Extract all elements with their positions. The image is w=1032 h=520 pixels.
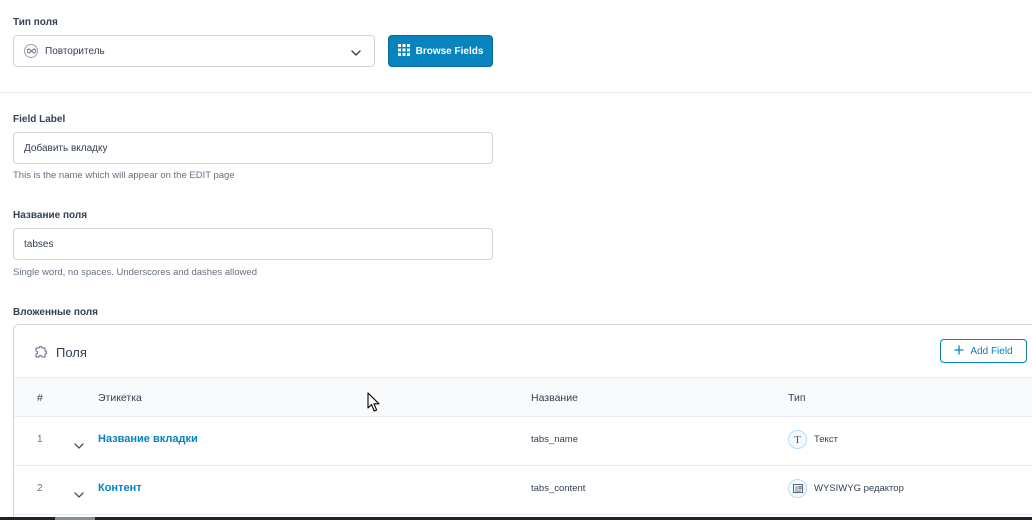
row-field-label-link[interactable]: Название вкладки (98, 433, 198, 445)
table-row[interactable]: 2 Контент tabs_content WYSIWYG редактор (14, 466, 1032, 515)
repeater-icon (24, 44, 38, 58)
row-order: 2 (37, 483, 43, 494)
browse-fields-button[interactable]: Browse Fields (388, 35, 493, 67)
mouse-cursor-icon (367, 392, 381, 418)
field-name-label: Название поля (13, 210, 88, 221)
add-field-label: Add Field (970, 345, 1013, 357)
row-field-label-link[interactable]: Контент (98, 482, 142, 494)
wysiwyg-type-icon (788, 479, 807, 498)
sub-fields-header: Поля Add Field (14, 325, 1032, 377)
table-header: # Этикетка Название Тип (14, 377, 1032, 417)
row-field-type: Текст (814, 434, 838, 445)
column-header-order: # (37, 392, 43, 404)
browse-fields-label: Browse Fields (415, 45, 484, 57)
field-name-hint: Single word, no spaces. Underscores and … (13, 267, 257, 278)
field-label-label: Field Label (13, 114, 66, 125)
field-name-input[interactable]: tabses (13, 228, 493, 260)
field-type-value: Повторитель (45, 45, 105, 57)
row-order: 1 (37, 434, 43, 445)
field-type-label: Тип поля (13, 17, 58, 28)
chevron-down-icon[interactable] (74, 486, 84, 504)
field-label-input[interactable]: Добавить вкладку (13, 132, 493, 164)
table-row[interactable]: 1 Название вкладки tabs_name T Текст (14, 417, 1032, 466)
sub-fields-label: Вложенные поля (13, 307, 98, 318)
sub-fields-panel: Поля Add Field # Этикетка Название Тип 1… (13, 324, 1032, 520)
field-type-select[interactable]: Повторитель (13, 35, 375, 67)
row-field-name: tabs_name (531, 434, 579, 445)
row-field-name: tabs_content (531, 483, 586, 494)
row-field-type: WYSIWYG редактор (814, 483, 904, 494)
sub-fields-title: Поля (56, 345, 87, 360)
add-field-button[interactable]: Add Field (940, 339, 1027, 363)
column-header-label: Этикетка (98, 392, 142, 404)
chevron-down-icon[interactable] (74, 437, 84, 455)
chevron-down-icon (350, 46, 362, 64)
plus-icon (954, 345, 964, 358)
column-header-type: Тип (788, 392, 806, 404)
column-header-name: Название (531, 392, 578, 404)
section-divider (0, 92, 1032, 93)
grid-icon (397, 43, 410, 59)
field-label-hint: This is the name which will appear on th… (13, 170, 235, 181)
puzzle-icon (34, 344, 49, 364)
text-type-icon: T (788, 430, 807, 449)
